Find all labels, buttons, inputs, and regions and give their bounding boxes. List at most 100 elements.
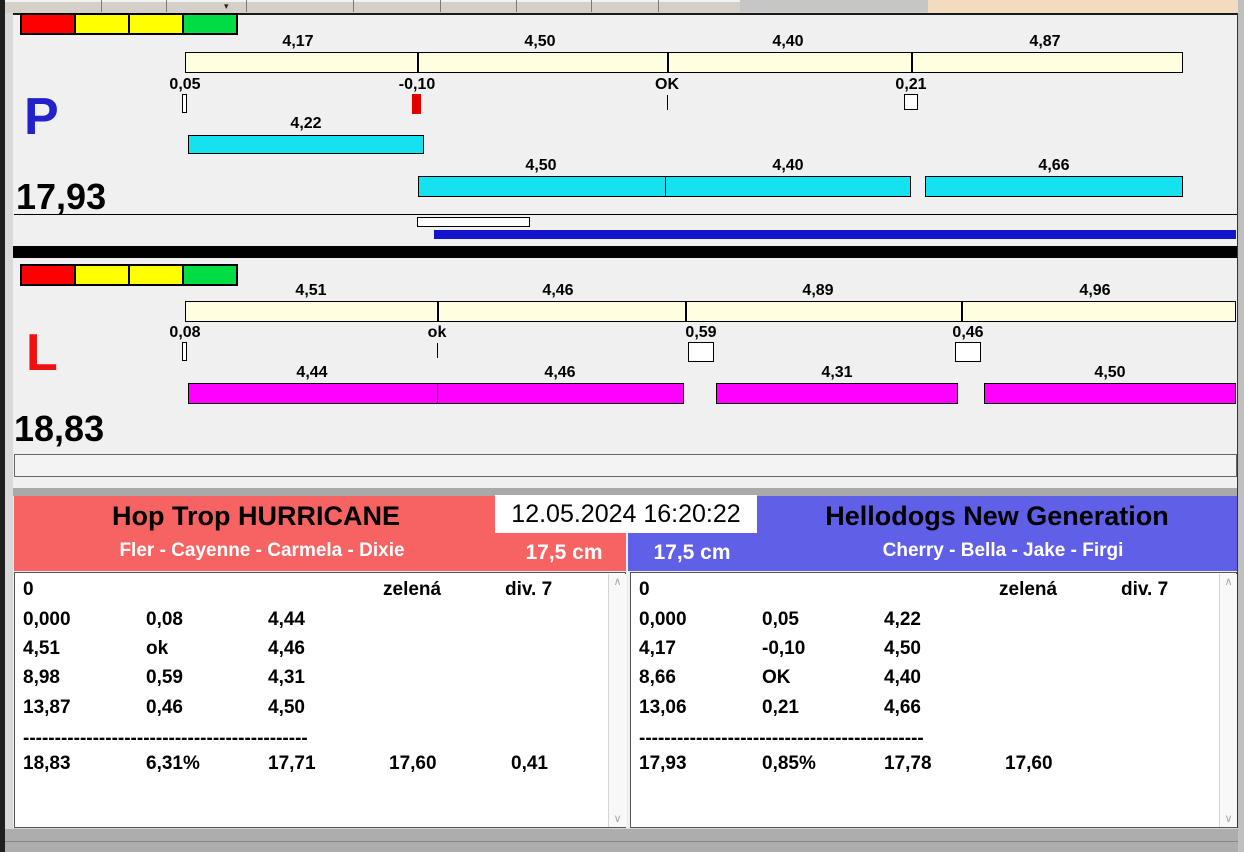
l-split-label: 4,51 — [295, 282, 327, 299]
p-light-bar — [417, 217, 530, 227]
cell: ok — [146, 638, 169, 659]
legend-red-box — [20, 264, 76, 286]
cell: 4,51 — [23, 638, 60, 659]
scale-tick — [685, 302, 687, 321]
left-team-name: Hop Trop HURRICANE — [112, 501, 400, 531]
run-number: 0 — [23, 579, 34, 600]
l-dog-bar — [437, 383, 684, 404]
cell: 4,66 — [884, 697, 921, 718]
p-split-label: 4,50 — [524, 33, 556, 50]
l-progress-strip — [14, 454, 1237, 477]
summary-ref-time: 17,60 — [389, 753, 437, 774]
cell: 0,59 — [146, 667, 183, 688]
right-team-name: Hellodogs New Generation — [825, 501, 1169, 531]
strip-divider — [166, 0, 167, 12]
table-divider: ----------------------------------------… — [23, 728, 308, 749]
l-dog-bar — [984, 383, 1236, 404]
summary-ref-time: 17,60 — [1005, 753, 1053, 774]
window-right-edge — [1238, 0, 1244, 852]
p-progress-bar — [434, 230, 1236, 239]
summary-percent: 6,31% — [146, 753, 200, 774]
strip-divider — [440, 0, 441, 12]
l-change-marker-box — [688, 342, 714, 362]
run-division: div. 7 — [505, 579, 553, 600]
cell: OK — [762, 667, 791, 688]
table-row: 0 zelená div. 7 — [15, 579, 625, 603]
right-team-dogs: Cherry - Bella - Jake - Firgi — [882, 540, 1124, 561]
l-split-label: 4,96 — [1079, 282, 1111, 299]
l-change-label: 0,08 — [169, 324, 201, 341]
left-results-table[interactable]: 0 zelená div. 7 0,000 0,08 4,44 4,51 ok … — [14, 572, 626, 828]
scroll-up-icon[interactable]: ∧ — [1220, 574, 1237, 590]
p-divider-line — [14, 214, 1237, 215]
scroll-up-icon[interactable]: ∧ — [609, 574, 626, 590]
p-change-label: OK — [655, 76, 679, 93]
l-split-label: 4,89 — [802, 282, 834, 299]
l-change-label: ok — [427, 324, 447, 341]
cell: 4,17 — [639, 638, 676, 659]
l-dog-time-label: 4,50 — [1094, 364, 1126, 381]
strip-divider — [516, 0, 517, 12]
left-team-dogs: Fler - Cayenne - Carmela - Dixie — [119, 540, 405, 561]
right-jump-height: 17,5 cm — [653, 541, 731, 564]
p-split-label: 4,40 — [772, 33, 804, 50]
l-change-label: 0,59 — [685, 324, 717, 341]
p-split-label: 4,17 — [282, 33, 314, 50]
l-dog-time-label: 4,46 — [544, 364, 576, 381]
legend-yellow-box — [128, 264, 184, 286]
summary-diff: 0,41 — [511, 753, 548, 774]
lane-p-letter: P — [24, 88, 59, 146]
strip-divider — [101, 0, 102, 12]
table-divider: ----------------------------------------… — [639, 728, 924, 749]
summary-net-time: 17,71 — [268, 753, 316, 774]
cell: 13,06 — [639, 697, 687, 718]
strip-divider — [591, 0, 592, 12]
cell: 8,66 — [639, 667, 676, 688]
p-dog-bar — [925, 176, 1183, 197]
run-color: zelená — [999, 579, 1058, 600]
legend-yellow-box — [128, 13, 184, 35]
run-color: zelená — [383, 579, 442, 600]
cell: 4,31 — [268, 667, 305, 688]
p-total-time: 17,93 — [16, 176, 107, 217]
legend-green-box — [182, 13, 238, 35]
legend-red-box — [20, 13, 76, 35]
lane-separator — [8, 246, 1240, 258]
cell: 4,22 — [884, 609, 921, 630]
cell: -0,10 — [762, 638, 806, 659]
scroll-down-icon[interactable]: ∨ — [1220, 811, 1237, 827]
p-split-scale-bar — [185, 52, 1183, 73]
strip-divider — [246, 0, 247, 12]
p-dog-time-label: 4,50 — [525, 157, 557, 174]
p-change-label: 0,05 — [169, 76, 201, 93]
p-change-marker-fault — [412, 94, 421, 114]
right-table-scrollbar[interactable]: ∧ ∨ — [1219, 574, 1237, 827]
summary-total: 17,93 — [639, 753, 687, 774]
cell: 13,87 — [23, 697, 71, 718]
summary-percent: 0,85% — [762, 753, 816, 774]
scroll-down-icon[interactable]: ∨ — [609, 811, 626, 827]
l-dog-bar — [188, 383, 438, 404]
left-table-scrollbar[interactable]: ∧ ∨ — [608, 574, 626, 827]
datetime-display: 12.05.2024 16:20:22 — [495, 495, 757, 533]
cell: 0,000 — [23, 609, 71, 630]
l-dog-time-label: 4,44 — [296, 364, 328, 381]
strip-divider — [353, 0, 354, 12]
p-change-label: -0,10 — [398, 76, 436, 93]
scale-tick — [437, 302, 439, 321]
cell: 4,44 — [268, 609, 305, 630]
l-dog-time-label: 4,31 — [821, 364, 853, 381]
app-window: ▾ 4,17 4,50 4,40 4,87 0,05 -0,10 OK 0,21… — [0, 0, 1244, 852]
left-jump-height: 17,5 cm — [525, 541, 603, 564]
strip-divider — [658, 0, 659, 12]
chevron-down-icon: ▾ — [224, 1, 229, 11]
legend-yellow-box — [74, 264, 130, 286]
cell: 0,05 — [762, 609, 799, 630]
right-results-table[interactable]: 0 zelená div. 7 0,000 0,05 4,22 4,17 -0,… — [630, 572, 1237, 828]
run-division: div. 7 — [1121, 579, 1169, 600]
cell: 4,50 — [884, 638, 921, 659]
p-change-marker-tick — [182, 94, 187, 113]
window-bottom-strip — [0, 828, 1244, 852]
legend-yellow-box — [74, 13, 130, 35]
background-window-beige[interactable] — [928, 0, 1244, 13]
